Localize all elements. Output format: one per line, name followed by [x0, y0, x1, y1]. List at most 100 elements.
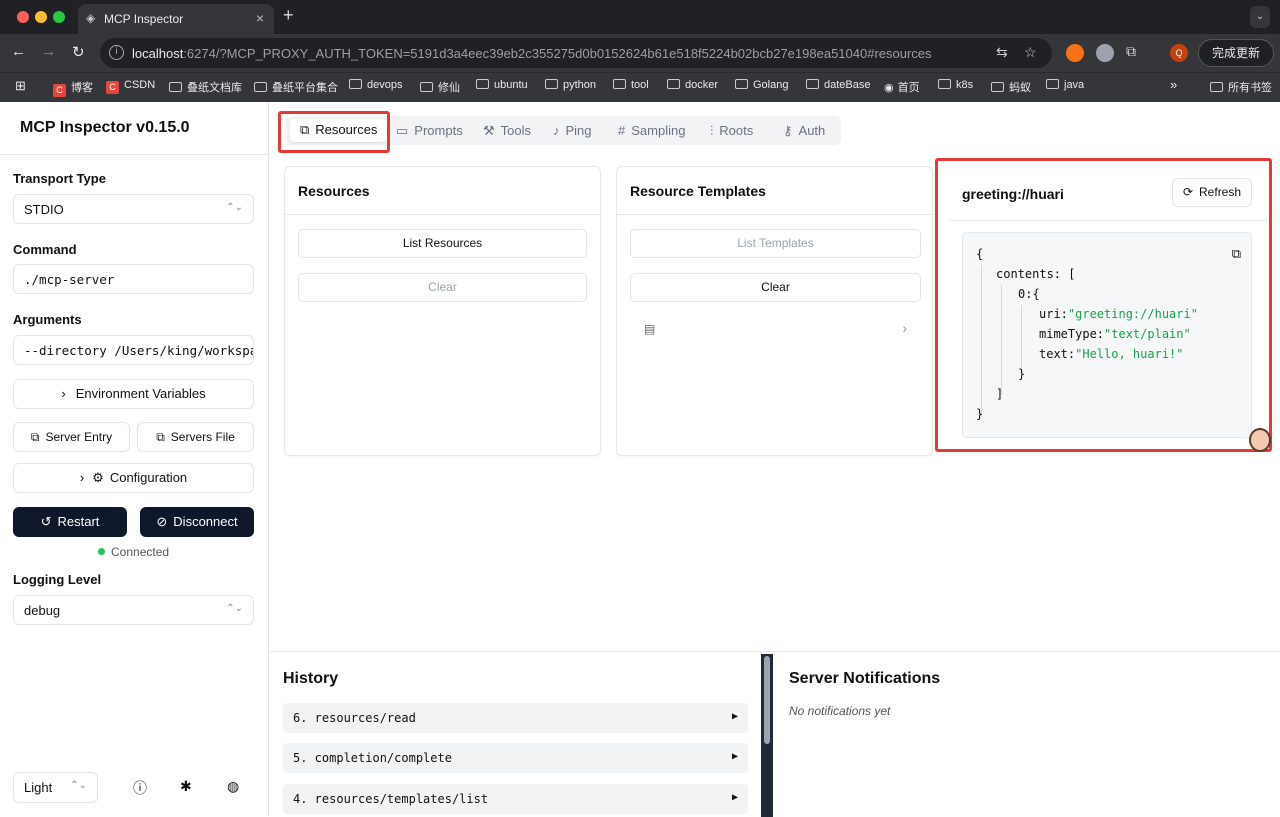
history-item[interactable]: 5. completion/complete ▶ [283, 743, 748, 773]
history-item[interactable]: 6. resources/read ▶ [283, 703, 748, 733]
servers-file-button[interactable]: ⧉ Servers File [137, 422, 254, 452]
tab-roots[interactable]: ⫶ Roots [710, 123, 753, 139]
expand-icon[interactable]: ▶ [732, 792, 738, 803]
back-button[interactable]: ← [11, 43, 26, 60]
bookmark-folder[interactable]: docker [667, 79, 718, 91]
bookmark-item[interactable]: ◉ 首页 [884, 79, 920, 95]
environment-variables-button[interactable]: › Environment Variables [13, 379, 254, 409]
tab-ping[interactable]: ♪ Ping [553, 123, 592, 138]
translate-icon[interactable]: ⇆ [996, 44, 1008, 61]
bookmark-item[interactable]: C 博客 [53, 79, 93, 97]
tab-tools[interactable]: ⚒ Tools [483, 123, 531, 139]
connection-status: Connected [98, 545, 169, 559]
bookmark-folder[interactable]: k8s [938, 79, 973, 91]
copy-icon: ⧉ [30, 430, 40, 444]
disconnect-button[interactable]: ⊘ Disconnect [140, 507, 254, 537]
bookmark-folder[interactable]: tool [613, 79, 649, 91]
tab-prompts[interactable]: ▭ Prompts [396, 123, 463, 139]
templates-title: Resource Templates [630, 183, 766, 199]
history-title: History [283, 670, 339, 687]
bookmark-folder[interactable]: dateBase [806, 79, 870, 91]
logging-level-select[interactable]: debug ⌃⌄ [13, 595, 254, 625]
close-tab-icon[interactable]: × [256, 10, 264, 26]
configuration-button[interactable]: › ⚙ Configuration [13, 463, 254, 493]
minimize-window-button[interactable] [35, 11, 47, 23]
more-bookmarks-icon[interactable]: » [1170, 77, 1177, 92]
logging-level-label: Logging Level [13, 572, 102, 587]
divider [285, 214, 600, 215]
reload-button[interactable]: ↻ [72, 43, 85, 61]
github-icon[interactable]: ◍ [227, 778, 239, 795]
clear-button[interactable]: Clear [298, 273, 587, 302]
arguments-label: Arguments [13, 312, 82, 327]
bookmark-folder[interactable]: devops [349, 79, 402, 91]
chevron-right-icon: › [79, 470, 85, 485]
clear-button[interactable]: Clear [630, 273, 921, 302]
assistant-avatar[interactable] [1249, 428, 1271, 452]
chevron-right-icon: › [61, 386, 66, 401]
list-templates-button[interactable]: List Templates [630, 229, 921, 258]
bookmark-folder[interactable]: Golang [735, 79, 788, 91]
browser-tab-bar: ◈ MCP Inspector × + ⌄ [0, 0, 1280, 34]
forward-button[interactable]: → [41, 43, 56, 60]
theme-select[interactable]: Light ⌃⌄ [13, 772, 98, 803]
chevron-up-down-icon: ⌃⌄ [226, 603, 243, 614]
unplug-icon: ⊘ [156, 514, 168, 529]
bookmark-star-icon[interactable]: ☆ [1024, 44, 1037, 61]
site-info-icon[interactable]: i [109, 45, 124, 60]
bookmark-folder[interactable]: 修仙 [420, 79, 460, 95]
puzzle-icon[interactable]: ⧉ [1126, 43, 1136, 60]
update-button[interactable]: 完成更新 [1198, 39, 1274, 67]
tree-icon: ⫶ [710, 123, 714, 138]
address-bar[interactable]: i localhost:6274/?MCP_PROXY_AUTH_TOKEN=5… [100, 38, 1052, 68]
bookmark-item[interactable]: C CSDN [106, 79, 155, 94]
bookmark-folder[interactable]: ubuntu [476, 79, 528, 91]
zoom-window-button[interactable] [53, 11, 65, 23]
sidebar: MCP Inspector v0.15.0 Transport Type STD… [0, 102, 269, 816]
bookmark-folder[interactable]: java [1046, 79, 1084, 91]
bookmark-folder[interactable]: 蚂蚁 [991, 79, 1031, 95]
history-item[interactable]: 4. resources/templates/list ▶ [283, 784, 748, 814]
transport-type-label: Transport Type [13, 171, 106, 186]
scrollbar-thumb[interactable] [764, 656, 770, 744]
notifications-empty-text: No notifications yet [789, 704, 891, 718]
help-icon[interactable]: ⓘ [133, 778, 147, 798]
tab-auth[interactable]: ⚷ Auth [783, 123, 825, 139]
scrollbar[interactable] [761, 654, 773, 817]
bookmark-folder[interactable]: python [545, 79, 596, 91]
list-resources-button[interactable]: List Resources [298, 229, 587, 258]
server-entry-button[interactable]: ⧉ Server Entry [13, 422, 130, 452]
bug-icon[interactable]: ✱ [180, 778, 192, 795]
hash-icon: # [618, 123, 626, 138]
mcp-logo-icon: ◈ [86, 11, 96, 25]
expand-icon[interactable]: ▶ [732, 751, 738, 762]
expand-icon[interactable]: ▶ [732, 711, 738, 722]
extension-icon[interactable] [1066, 44, 1084, 62]
browser-tab[interactable]: ◈ MCP Inspector × [78, 4, 274, 34]
restart-icon: ↺ [40, 514, 52, 529]
profile-avatar[interactable]: Q [1170, 44, 1188, 62]
key-icon: ⚷ [783, 123, 793, 138]
bookmark-folder[interactable]: 叠纸平台集合 [254, 79, 338, 95]
divider [617, 214, 932, 215]
transport-type-select[interactable]: STDIO ⌃⌄ [13, 194, 254, 224]
resources-title: Resources [298, 183, 370, 199]
apps-grid-icon[interactable]: ⊞ [15, 78, 26, 94]
chevron-up-down-icon: ⌃⌄ [226, 202, 243, 213]
resource-templates-card: Resource Templates List Templates Clear … [616, 166, 933, 456]
bookmark-folder[interactable]: 叠纸文档库 [169, 79, 242, 95]
command-input[interactable]: ./mcp-server [13, 264, 254, 294]
bookmarks-bar: ⊞ C 博客 C CSDN 叠纸文档库 叠纸平台集合 devops 修仙 ubunt… [0, 72, 1280, 102]
new-tab-button[interactable]: + [283, 5, 294, 26]
arguments-input[interactable]: --directory /Users/king/workspa [13, 335, 254, 365]
extension-icon[interactable] [1096, 44, 1114, 62]
tab-search-button[interactable]: ⌄ [1250, 6, 1270, 28]
resources-card: Resources List Resources Clear [284, 166, 601, 456]
app-title: MCP Inspector v0.15.0 [20, 119, 190, 136]
close-window-button[interactable] [17, 11, 29, 23]
all-bookmarks-folder[interactable]: 所有书签 [1210, 79, 1272, 95]
tab-sampling[interactable]: # Sampling [618, 123, 685, 138]
template-list-item[interactable]: ▤ › [630, 317, 921, 343]
restart-button[interactable]: ↺ Restart [13, 507, 127, 537]
chevron-up-down-icon: ⌃⌄ [70, 780, 87, 791]
